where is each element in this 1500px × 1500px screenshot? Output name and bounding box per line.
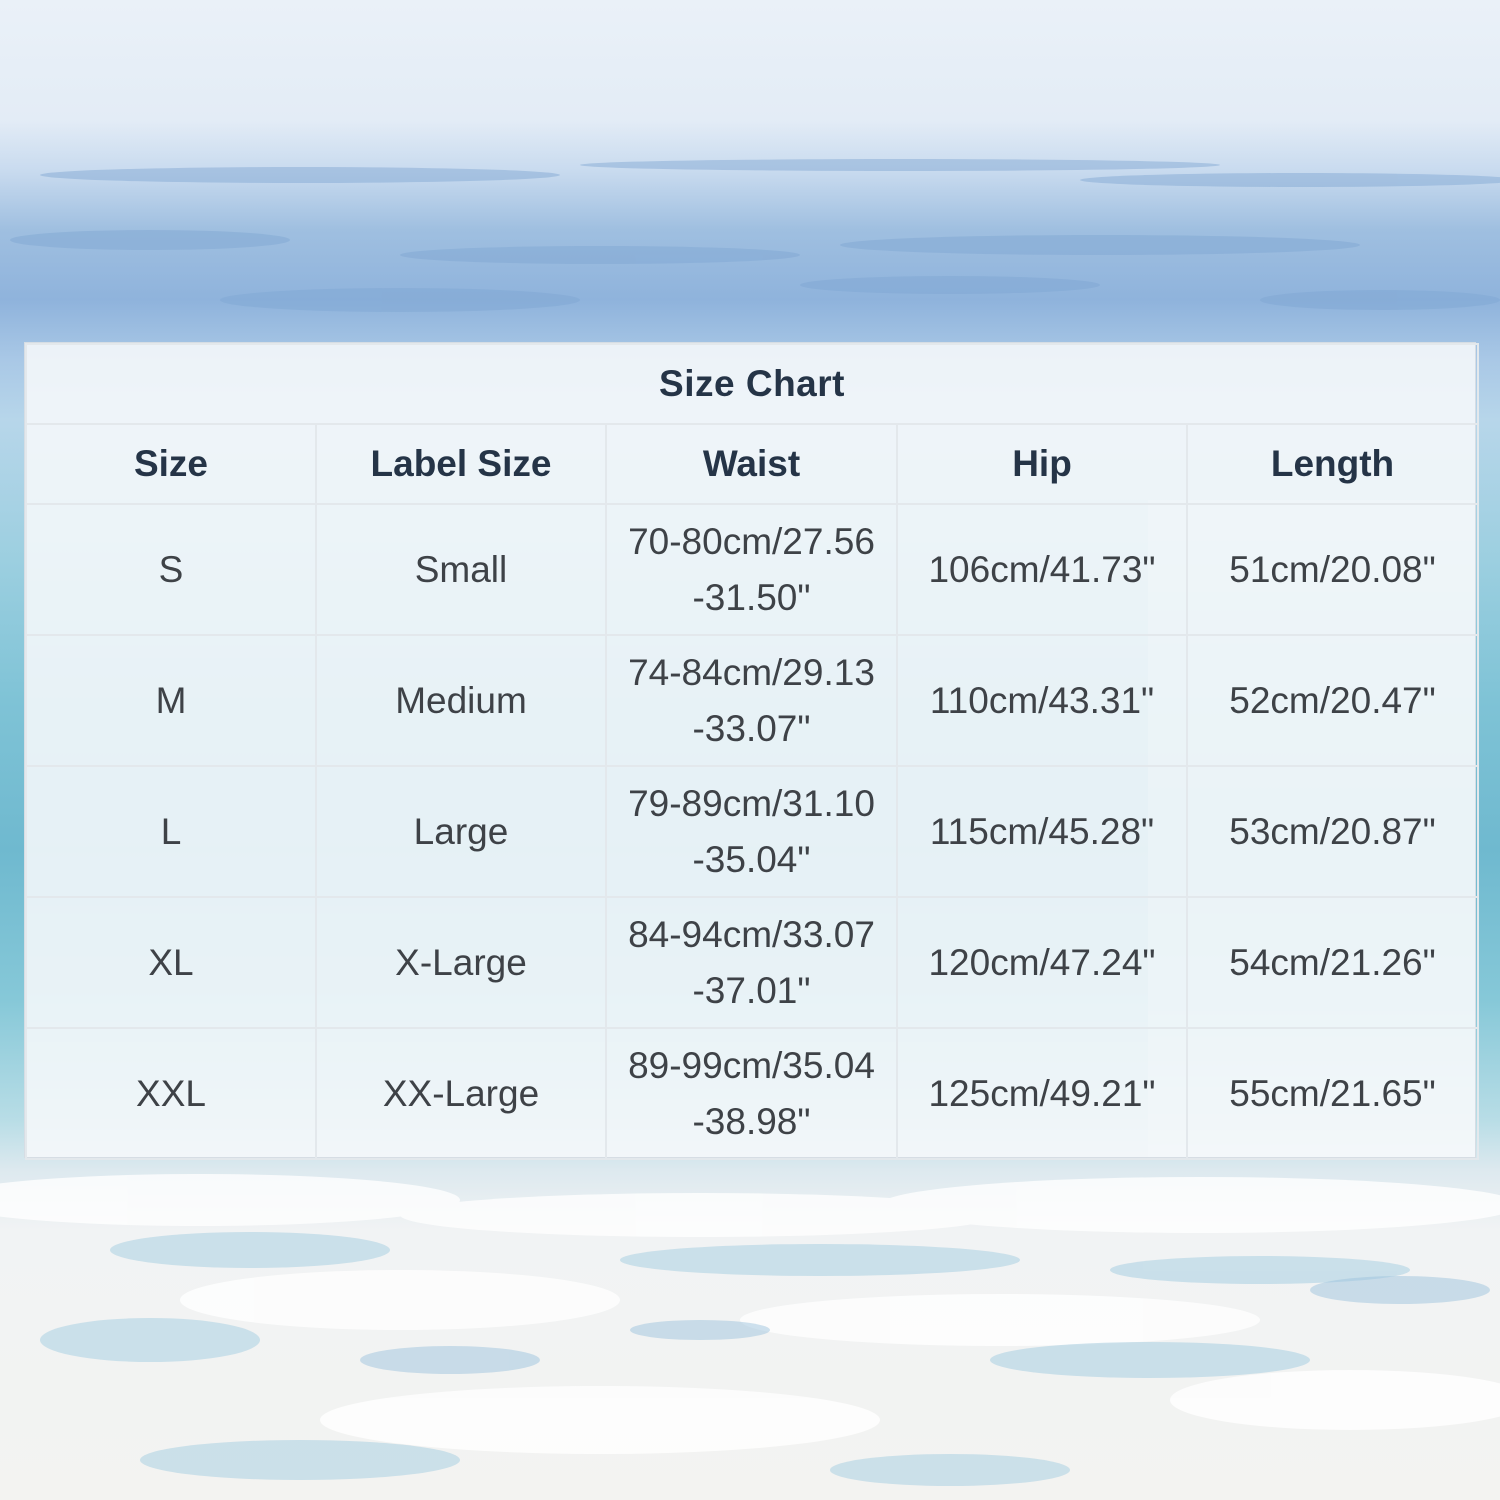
label-size-cell: Large (315, 765, 607, 898)
hip-cell: 110cm/43.31" (896, 634, 1188, 767)
size-cell: XL (25, 896, 317, 1029)
waist-cell: 79-89cm/31.10-35.04" (605, 765, 898, 898)
header-label-size: Label Size (315, 423, 607, 505)
waist-value: 79-89cm/31.10-35.04" (628, 782, 875, 880)
hip-cell: 106cm/41.73" (896, 503, 1188, 636)
waist-cell: 89-99cm/35.04-38.98" (605, 1027, 898, 1160)
table-row: M Medium 74-84cm/29.13-33.07" 110cm/43.3… (25, 634, 1480, 767)
hip-cell: 115cm/45.28" (896, 765, 1188, 898)
waist-value: 74-84cm/29.13-33.07" (628, 651, 875, 749)
header-size: Size (25, 423, 317, 505)
label-size-cell: X-Large (315, 896, 607, 1029)
length-cell: 51cm/20.08" (1185, 503, 1480, 636)
size-cell: M (25, 634, 317, 767)
header-waist: Waist (605, 423, 898, 505)
waist-cell: 84-94cm/33.07-37.01" (605, 896, 898, 1029)
hip-cell: 120cm/47.24" (896, 896, 1188, 1029)
size-chart-table: Size Chart Size Label Size Waist Hip Len… (24, 343, 1480, 1160)
size-cell: S (25, 503, 317, 636)
length-cell: 53cm/20.87" (1185, 765, 1480, 898)
header-length: Length (1185, 423, 1480, 505)
table-row: S Small 70-80cm/27.56-31.50" 106cm/41.73… (25, 503, 1480, 636)
chart-title: Size Chart (24, 343, 1480, 425)
hip-cell: 125cm/49.21" (896, 1027, 1188, 1160)
table-row: L Large 79-89cm/31.10-35.04" 115cm/45.28… (25, 765, 1480, 898)
title-row: Size Chart (24, 343, 1480, 425)
size-chart-card: Size Chart Size Label Size Waist Hip Len… (24, 342, 1480, 1160)
waist-cell: 74-84cm/29.13-33.07" (605, 634, 898, 767)
header-hip: Hip (896, 423, 1188, 505)
size-cell: XXL (25, 1027, 317, 1160)
length-cell: 54cm/21.26" (1185, 896, 1480, 1029)
waist-value: 84-94cm/33.07-37.01" (628, 913, 875, 1011)
table-row: XL X-Large 84-94cm/33.07-37.01" 120cm/47… (25, 896, 1480, 1029)
header-row: Size Label Size Waist Hip Length (25, 423, 1480, 505)
waist-value: 70-80cm/27.56-31.50" (628, 520, 875, 618)
waist-cell: 70-80cm/27.56-31.50" (605, 503, 898, 636)
waist-value: 89-99cm/35.04-38.98" (628, 1044, 875, 1142)
length-cell: 55cm/21.65" (1185, 1027, 1480, 1160)
label-size-cell: Small (315, 503, 607, 636)
table-row: XXL XX-Large 89-99cm/35.04-38.98" 125cm/… (25, 1027, 1480, 1160)
label-size-cell: XX-Large (315, 1027, 607, 1160)
length-cell: 52cm/20.47" (1185, 634, 1480, 767)
size-cell: L (25, 765, 317, 898)
label-size-cell: Medium (315, 634, 607, 767)
